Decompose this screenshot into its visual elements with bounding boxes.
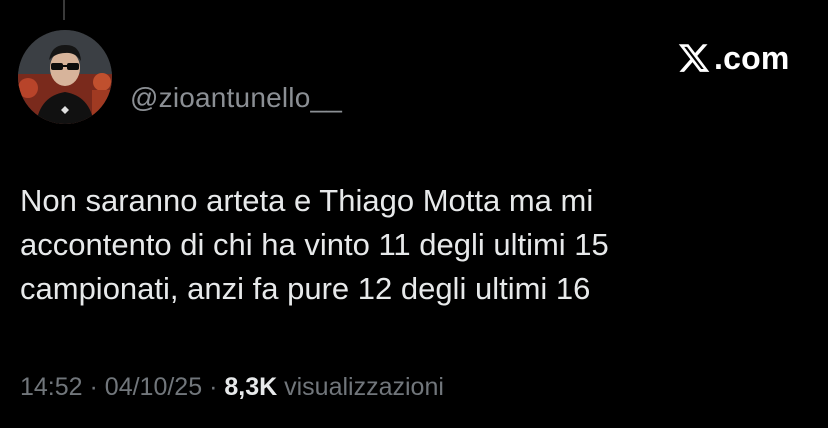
profile-photo [18,30,112,124]
tweet-text-line: campionati, anzi fa pure 12 degli ultimi… [20,271,591,306]
x-logo-icon [678,44,710,72]
tweet-text: Non saranno arteta e Thiago Motta ma mi … [20,179,810,311]
tweet-meta: 14:52 · 04/10/25 · 8,3K visualizzazioni [20,373,444,402]
meta-separator: · [89,373,98,401]
thread-line [63,0,65,20]
tweet-text-line: Non saranno arteta e Thiago Motta ma mi [20,183,594,218]
brand-domain: .com [714,39,790,76]
brand-logo: .com [676,38,790,78]
author-handle[interactable]: @zioantunello__ [130,82,342,114]
views-count[interactable]: 8,3K [224,373,277,401]
tweet-date[interactable]: 04/10/25 [105,373,202,401]
meta-separator: · [209,373,218,401]
tweet-time[interactable]: 14:52 [20,373,83,401]
avatar[interactable] [18,30,112,124]
tweet-text-line: accontento di chi ha vinto 11 degli ulti… [20,227,609,262]
views-label: visualizzazioni [284,373,444,401]
